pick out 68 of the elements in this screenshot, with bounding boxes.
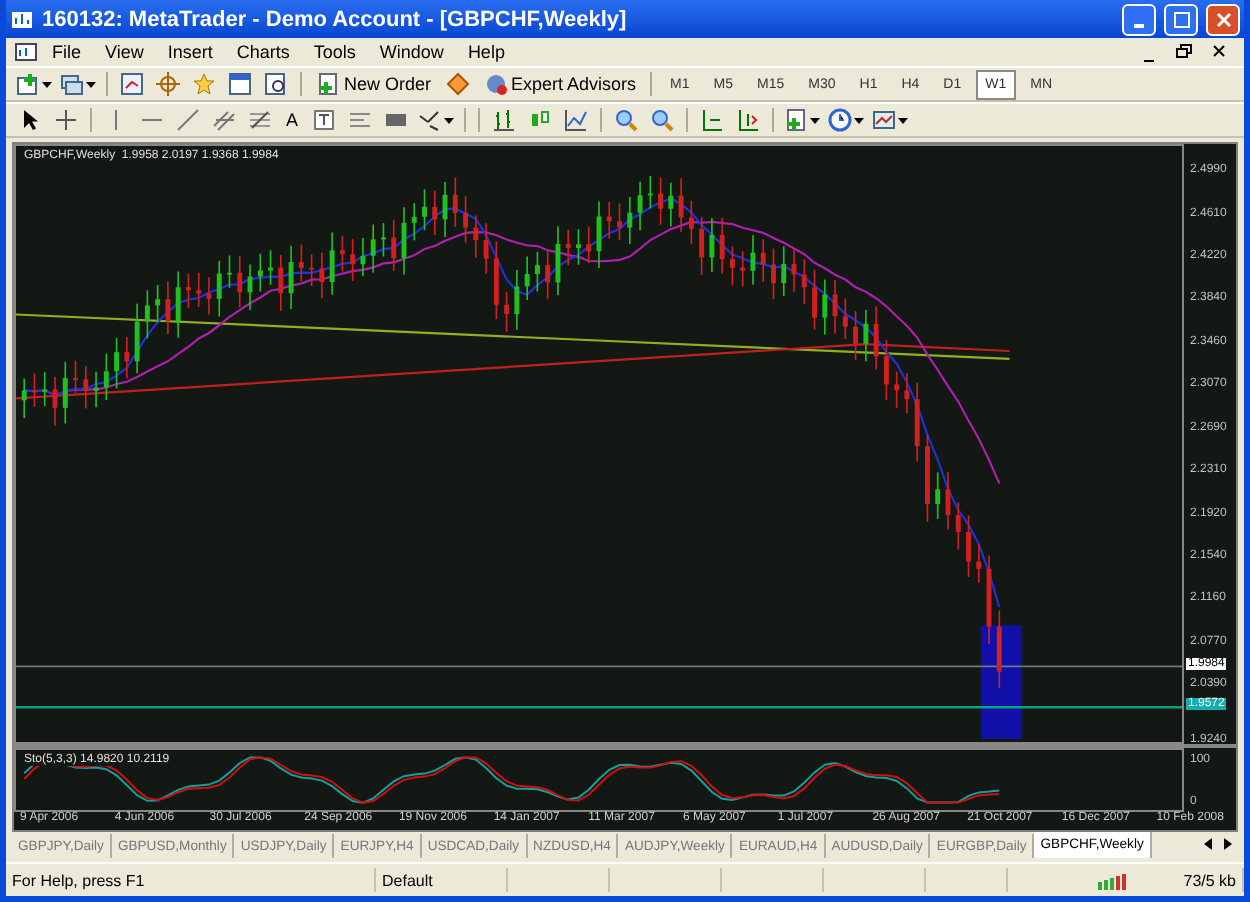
plus-chart-icon bbox=[16, 72, 40, 96]
menu-item[interactable]: Charts bbox=[226, 42, 300, 62]
clock-icon bbox=[828, 108, 853, 132]
menu-item[interactable]: Tools bbox=[303, 42, 366, 62]
zoom-out-icon bbox=[650, 108, 675, 132]
folder-button[interactable] bbox=[188, 69, 220, 99]
app-icon bbox=[10, 7, 34, 31]
star-icon bbox=[192, 72, 216, 96]
levels-icon bbox=[248, 108, 272, 132]
diagonal-line-icon bbox=[176, 108, 200, 132]
periods-button[interactable] bbox=[826, 105, 867, 135]
crosshair-button[interactable] bbox=[50, 105, 82, 135]
line-chart-icon bbox=[564, 108, 589, 132]
cursor-icon bbox=[18, 108, 42, 132]
minimize-icon bbox=[1134, 23, 1144, 27]
indicators-button[interactable] bbox=[782, 105, 823, 135]
bars-icon bbox=[492, 108, 517, 132]
line-chart-button[interactable] bbox=[560, 105, 593, 135]
window-icon bbox=[228, 72, 252, 96]
autoscroll-icon bbox=[700, 108, 725, 132]
menu-item[interactable]: View bbox=[95, 42, 154, 62]
chart-icon bbox=[120, 72, 144, 96]
plus-document-icon bbox=[784, 108, 809, 132]
menu-item[interactable]: Window bbox=[369, 42, 454, 62]
selection-highlight bbox=[980, 625, 1022, 739]
text-tool-button[interactable]: A bbox=[280, 105, 305, 135]
candles-icon bbox=[528, 108, 553, 132]
templates-button[interactable] bbox=[870, 105, 911, 135]
left-arrow-icon bbox=[1202, 832, 1214, 855]
crosshair-icon bbox=[54, 108, 78, 132]
expert-advisors-button[interactable]: Expert Advisors bbox=[477, 69, 643, 99]
magnifier-icon bbox=[264, 72, 288, 96]
right-arrow-icon bbox=[1222, 832, 1234, 855]
channel-button[interactable] bbox=[208, 105, 240, 135]
profile-name: Default bbox=[376, 868, 508, 892]
minimize-icon bbox=[1143, 59, 1153, 61]
navigator-button[interactable] bbox=[152, 69, 184, 99]
expert-toggle-button[interactable] bbox=[441, 69, 474, 99]
status-text: For Help, press F1 bbox=[6, 868, 376, 892]
menu-item[interactable]: File bbox=[42, 42, 92, 62]
market-watch-button[interactable] bbox=[116, 69, 148, 99]
label-icon bbox=[312, 108, 337, 132]
menu-item[interactable]: Insert bbox=[157, 42, 223, 62]
profiles-button[interactable] bbox=[58, 69, 98, 99]
window-title: 160132: MetaTrader - Demo Account - [GBPCHF,Weekly] bbox=[42, 7, 629, 31]
chart-shift-icon bbox=[736, 108, 761, 132]
zoom-in-icon bbox=[614, 108, 639, 132]
menu-item[interactable]: Help bbox=[457, 42, 515, 62]
plus-document-icon bbox=[316, 72, 340, 96]
close-icon bbox=[1215, 7, 1231, 31]
new-order-button[interactable]: New Order bbox=[310, 69, 438, 99]
traffic-counter: 73/5 kb bbox=[1128, 868, 1244, 892]
template-icon bbox=[872, 108, 897, 132]
chart-window-icon bbox=[14, 40, 38, 64]
windows-icon bbox=[60, 72, 84, 96]
trendline-button[interactable] bbox=[172, 105, 204, 135]
zoom-out-button[interactable] bbox=[646, 105, 679, 135]
new-chart-button[interactable] bbox=[14, 69, 54, 99]
terminal-button[interactable] bbox=[224, 69, 256, 99]
crosshair-icon bbox=[156, 72, 180, 96]
diamond-icon bbox=[445, 72, 470, 96]
maximize-icon bbox=[1173, 7, 1189, 31]
signal-bars-icon bbox=[1096, 868, 1128, 892]
shapes-button[interactable] bbox=[416, 105, 457, 135]
channel-icon bbox=[212, 108, 236, 132]
restore-icon bbox=[1176, 40, 1192, 64]
zoom-in-button[interactable] bbox=[610, 105, 643, 135]
maximize-button[interactable] bbox=[1164, 3, 1198, 35]
